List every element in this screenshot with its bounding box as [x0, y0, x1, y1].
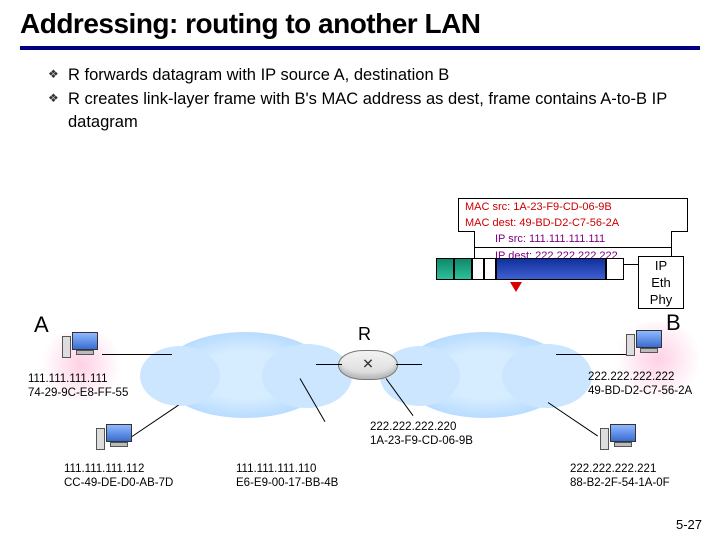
arrow-down-icon [510, 282, 522, 292]
layer-ip: IP [639, 257, 683, 274]
host-a-addr: 111.111.111.111 74-29-9C-E8-FF-55 [28, 372, 128, 401]
layer-phy: Phy [639, 291, 683, 308]
wire [556, 354, 626, 355]
mac-dest-label: MAC dest: [465, 217, 516, 229]
wire [548, 402, 598, 436]
bullet-item: R forwards datagram with IP source A, de… [48, 64, 700, 86]
lan-cloud-left [160, 332, 330, 418]
frame-header-box: MAC src: 1A-23-F9-CD-06-9B MAC dest: 49-… [458, 198, 688, 265]
mac-src-value: 1A-23-F9-CD-06-9B [513, 201, 611, 213]
router-left-ip: 111.111.111.110 [236, 462, 338, 476]
bullet-item: R creates link-layer frame with B's MAC … [48, 88, 700, 133]
host-a2-mac: CC-49-DE-D0-AB-7D [64, 476, 173, 490]
datagram-seg-eth [472, 258, 484, 280]
router-icon: ✕ [338, 350, 398, 380]
datagram-seg-ip [454, 258, 472, 280]
wire [396, 364, 422, 365]
datagram-seg-trailer [606, 258, 624, 280]
datagram-seg-eth [484, 258, 496, 280]
datagram-seg-payload [496, 258, 606, 280]
bullet-list: R forwards datagram with IP source A, de… [48, 64, 700, 133]
host-b-mac: 49-BD-D2-C7-56-2A [588, 384, 692, 398]
pc-icon [626, 330, 666, 364]
wire [102, 354, 172, 355]
host-a2-ip: 111.111.111.112 [64, 462, 173, 476]
mac-dest-value: 49-BD-D2-C7-56-2A [519, 217, 619, 229]
router-label: R [358, 324, 371, 345]
lan-cloud-right [400, 332, 570, 418]
router-right-ip: 222.222.222.220 [370, 420, 473, 434]
router-right-mac: 1A-23-F9-CD-06-9B [370, 434, 473, 448]
wire [132, 405, 179, 437]
host-b-ip: 222.222.222.222 [588, 370, 692, 384]
host-b-addr: 222.222.222.222 49-BD-D2-C7-56-2A [588, 370, 692, 399]
ip-src-value: 111.111.111.111 [529, 233, 605, 245]
ip-src-label: IP src: [495, 233, 526, 245]
router-left-mac: E6-E9-00-17-BB-4B [236, 476, 338, 490]
mac-src-label: MAC src: [465, 201, 510, 213]
router-right-addr: 222.222.222.220 1A-23-F9-CD-06-9B [370, 420, 473, 449]
layer-stack: IP Eth Phy [638, 256, 684, 309]
layer-eth: Eth [639, 274, 683, 291]
network-diagram: A B ✕ R 111.111.111.111 74-29-9C-E8-FF-5… [0, 314, 720, 504]
host-b2-ip: 222.222.222.221 [570, 462, 670, 476]
wire [316, 364, 342, 365]
pc-icon [96, 424, 136, 458]
host-a2-addr: 111.111.111.112 CC-49-DE-D0-AB-7D [64, 462, 173, 491]
pc-icon [600, 424, 640, 458]
router-cross-icon: ✕ [362, 356, 374, 373]
router-left-addr: 111.111.111.110 E6-E9-00-17-BB-4B [236, 462, 338, 491]
mac-src-row: MAC src: 1A-23-F9-CD-06-9B [458, 198, 688, 215]
slide-number: 5-27 [676, 517, 702, 532]
mac-dest-row: MAC dest: 49-BD-D2-C7-56-2A [458, 215, 688, 232]
host-a-label: A [34, 312, 49, 338]
slide-title: Addressing: routing to another LAN [20, 8, 700, 40]
ip-src-row: IP src: 111.111.111.111 [474, 231, 672, 248]
host-a-ip: 111.111.111.111 [28, 372, 128, 386]
datagram-graphic [436, 258, 634, 280]
host-b2-mac: 88-B2-2F-54-1A-0F [570, 476, 670, 490]
host-b2-addr: 222.222.222.221 88-B2-2F-54-1A-0F [570, 462, 670, 491]
datagram-seg-ip [436, 258, 454, 280]
title-rule [20, 46, 700, 50]
host-a-mac: 74-29-9C-E8-FF-55 [28, 386, 128, 400]
pc-icon [62, 332, 102, 366]
